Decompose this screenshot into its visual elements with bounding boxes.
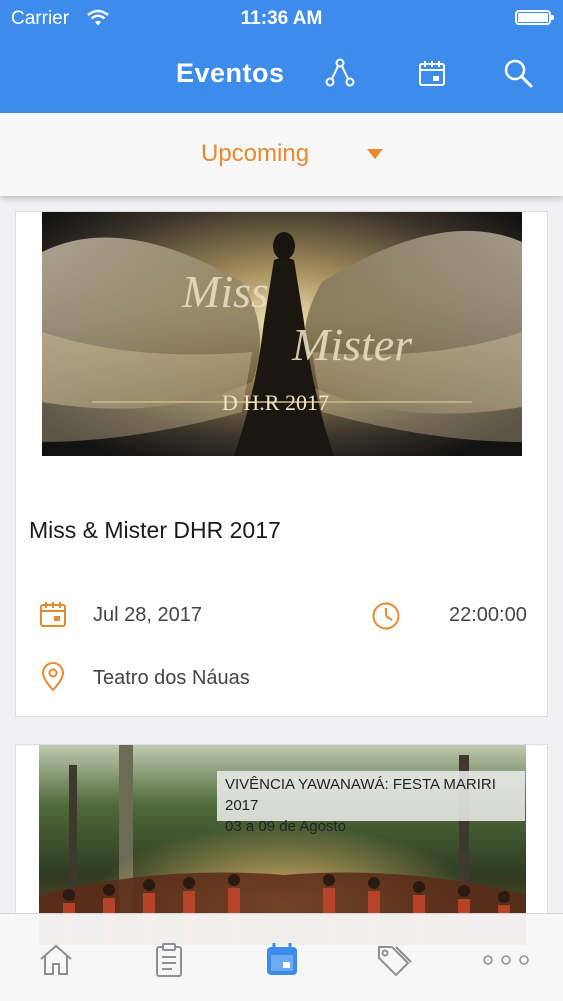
- calendar-icon[interactable]: [262, 940, 302, 980]
- svg-text:D H.R 2017: D H.R 2017: [222, 390, 329, 415]
- event-card[interactable]: Miss Mister D H.R 2017 Miss & Mister DHR…: [15, 211, 548, 717]
- calendar-icon[interactable]: [416, 57, 448, 89]
- clock: 11:36 AM: [240, 8, 323, 29]
- battery-icon: [515, 10, 554, 25]
- share-network-icon[interactable]: [324, 57, 356, 89]
- event-date: Jul 28, 2017: [93, 604, 202, 626]
- clipboard-icon[interactable]: [149, 940, 189, 980]
- search-icon[interactable]: [502, 57, 534, 89]
- navigation-header: Carrier 11:36 AM Eventos: [0, 0, 563, 113]
- event-title[interactable]: Miss & Mister DHR 2017: [29, 517, 281, 544]
- poster-caption: VIVÊNCIA YAWANAWÁ: FESTA MARIRI 2017 03 …: [217, 771, 525, 835]
- poster-caption-title: VIVÊNCIA YAWANAWÁ: FESTA MARIRI 2017: [225, 776, 496, 814]
- more-icon[interactable]: [480, 940, 532, 980]
- tab-bar: [0, 913, 563, 1001]
- home-icon[interactable]: [36, 940, 76, 980]
- event-time: 22:00:00: [449, 604, 527, 626]
- svg-text:Miss: Miss: [181, 266, 269, 317]
- tags-icon[interactable]: [374, 940, 414, 980]
- filter-dropdown[interactable]: Upcoming: [0, 113, 563, 196]
- event-location: Teatro dos Náuas: [93, 667, 250, 689]
- event-poster-image[interactable]: Miss Mister D H.R 2017: [42, 212, 522, 456]
- calendar-icon: [40, 602, 66, 627]
- page-title: Eventos: [176, 58, 285, 88]
- location-pin-icon: [41, 662, 65, 692]
- clock-icon: [372, 602, 400, 630]
- status-bar: Carrier 11:36 AM: [0, 6, 563, 32]
- poster-caption-dates: 03 a 09 de Agosto: [225, 818, 346, 835]
- chevron-down-icon[interactable]: [367, 149, 383, 159]
- filter-selected-label[interactable]: Upcoming: [201, 140, 309, 168]
- svg-text:Mister: Mister: [291, 319, 413, 370]
